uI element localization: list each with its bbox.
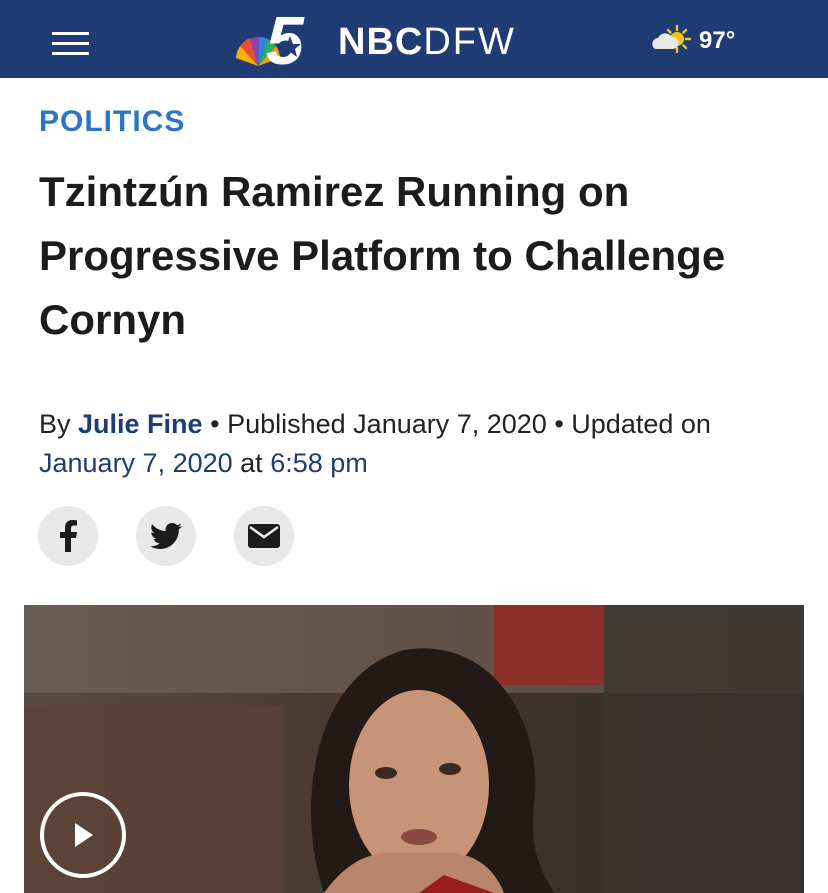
svg-text:5: 5	[266, 6, 305, 72]
brand-nbc: NBC	[338, 21, 424, 63]
hamburger-menu-icon[interactable]	[52, 32, 89, 56]
share-email-button[interactable]	[234, 506, 294, 566]
author-link[interactable]: Julie Fine	[78, 409, 203, 439]
nbc-peacock-5-logo-icon[interactable]: 5	[232, 6, 328, 72]
facebook-icon	[60, 520, 77, 552]
partly-sunny-icon[interactable]	[650, 23, 692, 55]
byline-separator-2: •	[554, 409, 564, 439]
published-date: January 7, 2020	[353, 409, 547, 439]
updated-time: 6:58 pm	[270, 448, 368, 478]
published-label: Published	[227, 409, 346, 439]
updated-at: at	[240, 448, 263, 478]
category-label[interactable]: POLITICS	[39, 105, 185, 139]
play-button[interactable]	[40, 792, 126, 878]
brand-wordmark[interactable]: NBCDFW	[338, 22, 516, 62]
play-icon	[75, 823, 93, 847]
twitter-icon	[150, 523, 182, 549]
brand-dfw: DFW	[423, 21, 516, 63]
site-header: 5 NBCDFW 97°	[0, 0, 828, 78]
article-byline: By Julie Fine • Published January 7, 202…	[39, 405, 799, 483]
video-player[interactable]	[24, 605, 804, 893]
byline-separator: •	[210, 409, 220, 439]
updated-date: January 7, 2020	[39, 448, 233, 478]
email-icon	[248, 524, 280, 548]
updated-label: Updated on	[571, 409, 711, 439]
video-thumbnail	[24, 605, 804, 893]
share-facebook-button[interactable]	[38, 506, 98, 566]
share-twitter-button[interactable]	[136, 506, 196, 566]
article-headline: Tzintzún Ramirez Running on Progressive …	[39, 168, 726, 343]
byline-by: By	[39, 409, 71, 439]
temperature-readout[interactable]: 97°	[699, 27, 735, 55]
